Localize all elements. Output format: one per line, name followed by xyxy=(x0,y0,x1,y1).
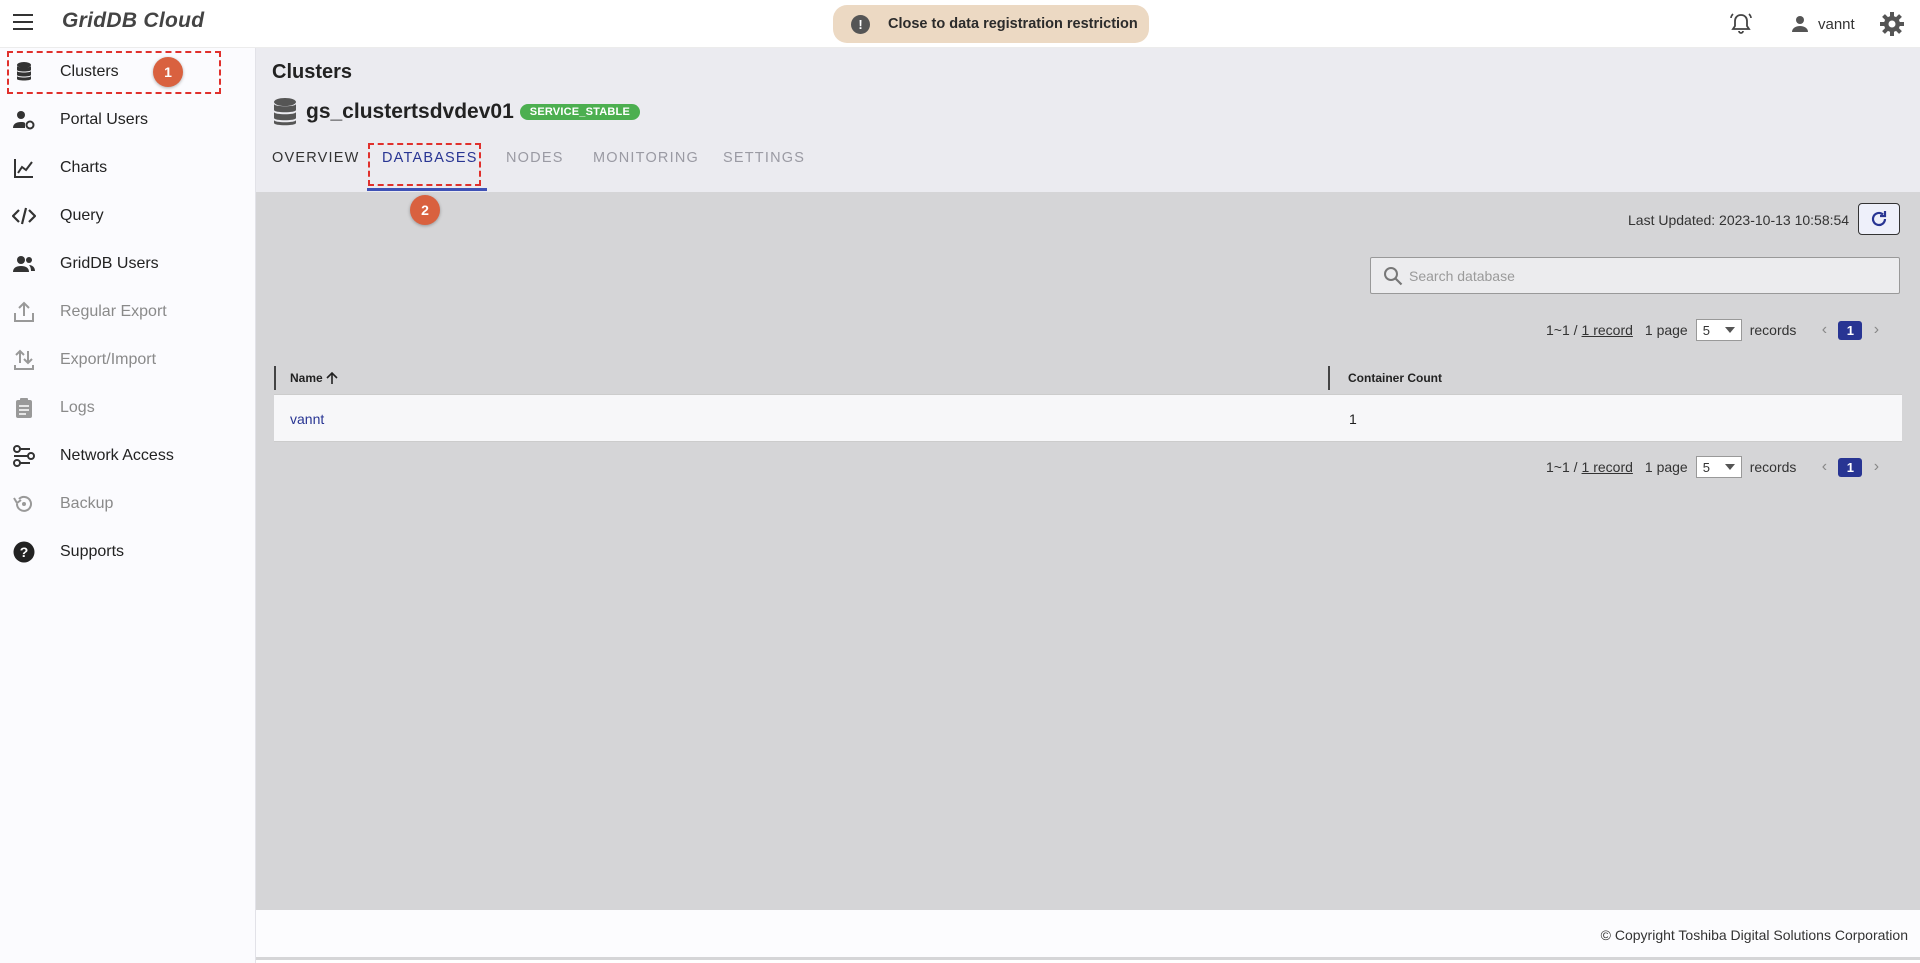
record-count-link[interactable]: 1 record xyxy=(1582,459,1633,475)
cluster-header: Clusters gs_clustertsdvdev01 SERVICE_STA… xyxy=(256,48,1920,225)
sidebar-item-clusters[interactable]: Clusters xyxy=(0,48,256,96)
export-icon xyxy=(12,300,36,324)
refresh-icon xyxy=(1871,211,1887,227)
step-badge-1: 1 xyxy=(153,57,183,87)
search-box[interactable] xyxy=(1370,257,1900,294)
sidebar-item-label: Query xyxy=(60,207,104,224)
records-label: records xyxy=(1749,459,1797,475)
sidebar-item-portal-users[interactable]: Portal Users xyxy=(0,96,256,144)
sidebar-item-regular-export[interactable]: Regular Export xyxy=(0,288,256,336)
backup-icon xyxy=(12,492,36,516)
line-chart-icon xyxy=(12,156,36,180)
network-icon xyxy=(12,444,36,468)
footer: © Copyright Toshiba Digital Solutions Co… xyxy=(256,910,1920,960)
page-count: 1 page xyxy=(1644,459,1688,475)
next-page-icon[interactable]: › xyxy=(1868,458,1884,476)
import-export-icon xyxy=(12,348,36,372)
sidebar: Clusters Portal Users Charts Query GridD… xyxy=(0,48,256,963)
active-tab-indicator xyxy=(367,188,487,191)
sidebar-item-label: Network Access xyxy=(60,447,174,464)
per-page-value: 5 xyxy=(1702,322,1710,338)
sidebar-item-label: Export/Import xyxy=(60,351,157,368)
sidebar-item-export-import[interactable]: Export/Import xyxy=(0,336,256,384)
sidebar-item-supports[interactable]: ? Supports xyxy=(0,528,256,576)
database-icon xyxy=(12,60,36,84)
tab-monitoring[interactable]: MONITORING xyxy=(593,150,699,166)
column-divider xyxy=(274,366,276,390)
user-gear-icon xyxy=(12,108,36,132)
tab-settings[interactable]: SETTINGS xyxy=(723,150,805,166)
cluster-name: gs_clustertsdvdev01 xyxy=(306,100,514,123)
pagination-bottom: 1~1 / 1 record 1 page 5 records ‹ 1 › xyxy=(1546,455,1884,479)
users-icon xyxy=(12,252,36,276)
sidebar-item-label: Charts xyxy=(60,159,108,176)
database-name-link[interactable]: vannt xyxy=(290,395,324,443)
prev-page-icon[interactable]: ‹ xyxy=(1816,321,1832,339)
svg-text:?: ? xyxy=(20,544,29,560)
sort-arrow-up-icon xyxy=(326,371,338,384)
record-range: 1~1 / xyxy=(1546,459,1578,475)
step-badge-2: 2 xyxy=(410,195,440,225)
per-page-select[interactable]: 5 xyxy=(1695,456,1742,478)
notice-text: Close to data registration restriction xyxy=(888,16,1138,32)
exclamation-icon: ! xyxy=(851,14,870,34)
code-icon xyxy=(12,204,36,228)
sidebar-item-query[interactable]: Query xyxy=(0,192,256,240)
sidebar-item-label: Portal Users xyxy=(60,111,149,128)
cluster-title-row: gs_clustertsdvdev01 SERVICE_STABLE xyxy=(272,96,640,128)
refresh-button[interactable] xyxy=(1858,203,1900,235)
tab-nodes[interactable]: NODES xyxy=(506,150,564,166)
sidebar-item-charts[interactable]: Charts xyxy=(0,144,256,192)
sidebar-item-label: Supports xyxy=(60,543,125,560)
help-icon: ? xyxy=(12,540,36,564)
sidebar-item-network-access[interactable]: Network Access xyxy=(0,432,256,480)
per-page-value: 5 xyxy=(1702,459,1710,475)
user-name: vannt xyxy=(1818,15,1855,33)
sidebar-item-label: Logs xyxy=(60,399,95,416)
page-count: 1 page xyxy=(1644,322,1688,338)
record-count-link[interactable]: 1 record xyxy=(1582,322,1633,338)
container-count-value: 1 xyxy=(1349,411,1357,427)
top-bar: GridDB Cloud ! Close to data registratio… xyxy=(0,0,1920,48)
sidebar-item-griddb-users[interactable]: GridDB Users xyxy=(0,240,256,288)
databases-panel: Last Updated: 2023-10-13 10:58:54 1~1 / … xyxy=(256,192,1920,910)
tab-databases[interactable]: DATABASES xyxy=(382,150,478,166)
sidebar-item-backup[interactable]: Backup xyxy=(0,480,256,528)
chevron-down-icon xyxy=(1724,464,1735,470)
bell-icon[interactable] xyxy=(1728,12,1754,36)
column-divider xyxy=(1328,366,1330,390)
records-label: records xyxy=(1749,322,1797,338)
column-label: Name xyxy=(290,371,323,385)
page-number-button[interactable]: 1 xyxy=(1838,320,1863,340)
prev-page-icon[interactable]: ‹ xyxy=(1816,458,1832,476)
sidebar-item-logs[interactable]: Logs xyxy=(0,384,256,432)
page-number-button[interactable]: 1 xyxy=(1838,457,1863,477)
copyright-text: © Copyright Toshiba Digital Solutions Co… xyxy=(1600,927,1908,943)
sidebar-item-label: Clusters xyxy=(60,63,119,80)
person-icon xyxy=(1792,16,1808,32)
per-page-select[interactable]: 5 xyxy=(1695,319,1742,341)
gear-icon[interactable] xyxy=(1879,11,1905,37)
menu-icon[interactable] xyxy=(13,14,33,32)
page-title: Clusters xyxy=(272,61,353,83)
pagination-top: 1~1 / 1 record 1 page 5 records ‹ 1 › xyxy=(1546,318,1884,342)
search-icon xyxy=(1384,266,1403,285)
search-input[interactable] xyxy=(1409,267,1889,284)
sidebar-item-label: GridDB Users xyxy=(60,255,159,272)
status-badge: SERVICE_STABLE xyxy=(519,104,640,120)
chevron-down-icon xyxy=(1724,327,1735,333)
last-updated: Last Updated: 2023-10-13 10:58:54 xyxy=(1628,212,1850,228)
next-page-icon[interactable]: › xyxy=(1868,321,1884,339)
sidebar-item-label: Backup xyxy=(60,495,114,512)
record-range: 1~1 / xyxy=(1546,322,1578,338)
tab-overview[interactable]: OVERVIEW xyxy=(272,150,360,166)
app-logo: GridDB Cloud xyxy=(62,9,205,32)
table-row[interactable]: vannt 1 xyxy=(274,394,1902,442)
clipboard-icon xyxy=(12,396,36,420)
user-menu[interactable]: vannt xyxy=(1790,12,1855,36)
database-icon xyxy=(274,98,296,126)
sidebar-item-label: Regular Export xyxy=(60,303,167,320)
notice-banner: ! Close to data registration restriction xyxy=(833,5,1149,43)
